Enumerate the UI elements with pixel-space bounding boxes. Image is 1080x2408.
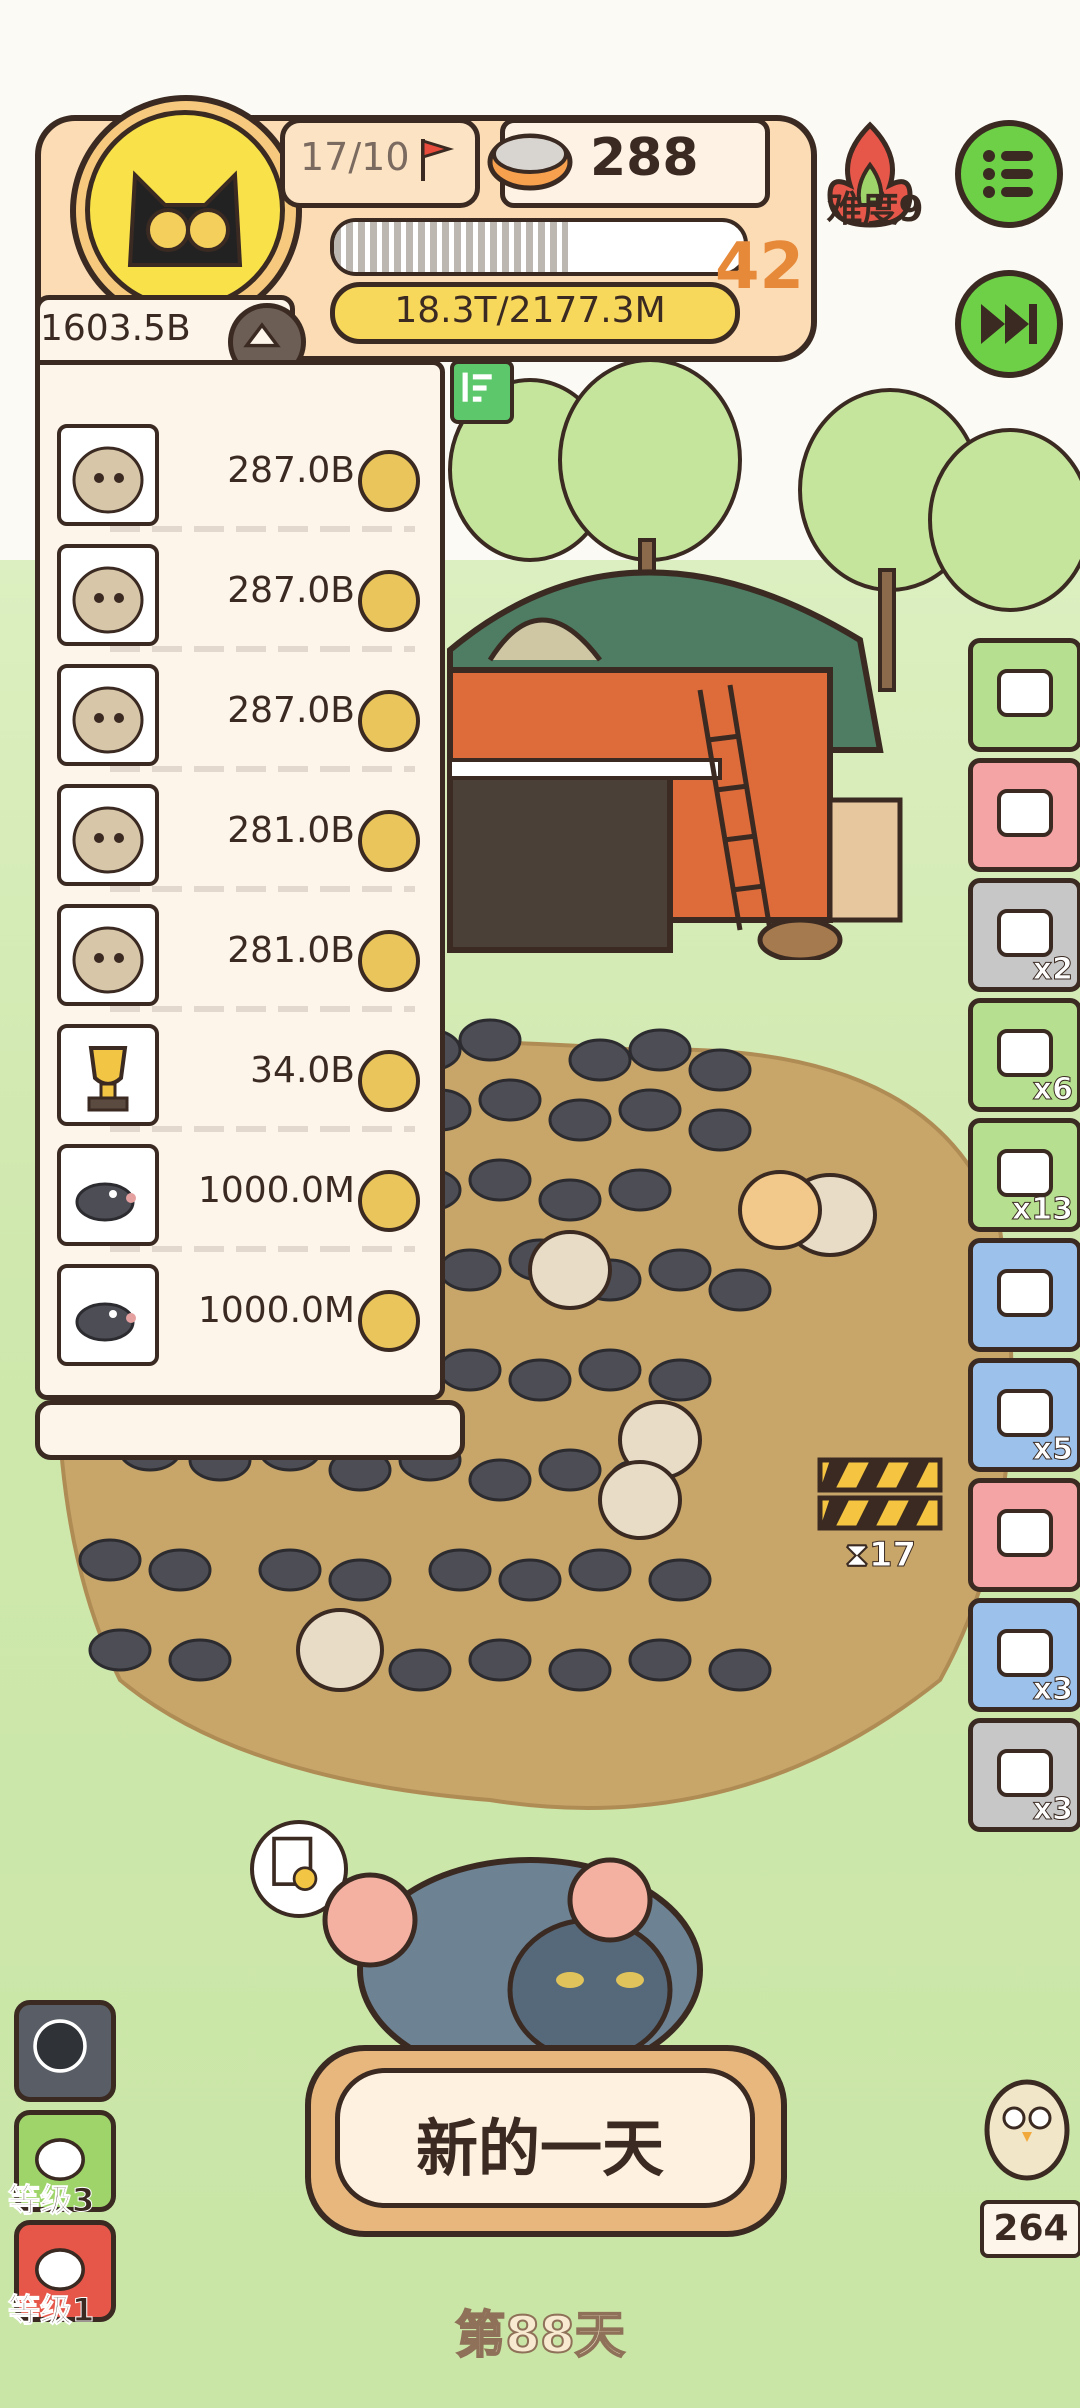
level-progress-fill: [334, 222, 568, 272]
paw-coin-icon: [358, 1290, 420, 1352]
ranking-value: 287.0B: [227, 570, 355, 611]
item-count: x2: [1032, 952, 1073, 988]
flag-icon: [421, 138, 455, 181]
hedgehog-portrait: [57, 784, 159, 886]
sort-icon: [462, 372, 492, 402]
item-slot[interactable]: x3: [968, 1718, 1080, 1832]
item-count: x13: [1011, 1192, 1073, 1228]
ranking-row[interactable]: 34.0B: [55, 1018, 425, 1132]
level1-label: 等级1: [8, 2291, 95, 2330]
ranking-value: 281.0B: [227, 810, 355, 851]
money-value: 18.3T/2177.3M: [394, 290, 666, 331]
trophy-portrait: [57, 1024, 159, 1126]
menu-list-icon: [983, 150, 1033, 198]
barrier-timer-value: 17: [868, 1535, 917, 1576]
ranking-value: 287.0B: [227, 450, 355, 491]
card-icon: [997, 669, 1053, 717]
ranking-row[interactable]: 281.0B: [55, 778, 425, 892]
ranking-value: 1000.0M: [197, 1170, 355, 1211]
row-divider: [110, 766, 415, 772]
sleeping-monster[interactable]: [300, 1840, 750, 2070]
item-slot[interactable]: [968, 1238, 1080, 1352]
item-slot[interactable]: x6: [968, 998, 1080, 1112]
item-count: x6: [1032, 1072, 1073, 1108]
item-count: x5: [1032, 1432, 1073, 1468]
scissors-icon: [997, 1509, 1053, 1557]
trophy-icon: [997, 1269, 1053, 1317]
barrier-timer: ⧗17: [845, 1535, 965, 1576]
paw-coin-icon: [358, 810, 420, 872]
fast-forward-icon: [981, 304, 1037, 344]
ranking-value: 34.0B: [250, 1050, 355, 1091]
row-divider: [110, 886, 415, 892]
paw-coin-icon: [358, 1170, 420, 1232]
hedgehog-portrait: [57, 664, 159, 766]
ranking-row[interactable]: 1000.0M: [55, 1258, 425, 1368]
item-slot[interactable]: [968, 758, 1080, 872]
chevron-up-icon: [243, 322, 281, 348]
item-slot[interactable]: x2: [968, 878, 1080, 992]
ranking-row[interactable]: 281.0B: [55, 898, 425, 1012]
ranking-row[interactable]: 287.0B: [55, 418, 425, 532]
ghost-icon: [33, 2019, 87, 2073]
sort-filter-button[interactable]: [450, 360, 514, 424]
row-divider: [110, 1246, 415, 1252]
mole-portrait: [57, 1264, 159, 1366]
menu-button[interactable]: [955, 120, 1063, 228]
barn: [447, 569, 903, 960]
scroll-end-cap: [35, 1400, 465, 1460]
paw-coin-icon: [358, 450, 420, 512]
ranking-value: 1000.0M: [197, 1290, 355, 1331]
item-slot[interactable]: x13: [968, 1118, 1080, 1232]
ranking-total: 1603.5B: [40, 308, 191, 349]
hedgehog-portrait: [57, 424, 159, 526]
hourglass-icon: ⧗: [845, 1535, 870, 1576]
food-can-icon: [487, 133, 573, 191]
fast-forward-button[interactable]: [955, 270, 1063, 378]
new-day-label[interactable]: 新的一天: [335, 2098, 745, 2188]
row-divider: [110, 1006, 415, 1012]
ranking-value: 281.0B: [227, 930, 355, 971]
player-avatar[interactable]: [85, 110, 285, 310]
day-counter: 第88天: [454, 2305, 626, 2365]
row-divider: [110, 526, 415, 532]
paw-coin-icon: [358, 1050, 420, 1112]
hedgehog-portrait: [57, 904, 159, 1006]
item-slot[interactable]: x3: [968, 1598, 1080, 1712]
cat-avatar-icon: [127, 170, 243, 267]
food-count: 288: [590, 128, 699, 188]
level3-label: 等级3: [8, 2181, 95, 2220]
mole-portrait: [57, 1144, 159, 1246]
ranking-value: 287.0B: [227, 690, 355, 731]
row-divider: [110, 646, 415, 652]
paw-coin-icon: [358, 570, 420, 632]
row-divider: [110, 1126, 415, 1132]
ranking-row[interactable]: 287.0B: [55, 658, 425, 772]
item-slot[interactable]: [968, 638, 1080, 752]
paw-coin-icon: [358, 930, 420, 992]
item-slot[interactable]: [968, 1478, 1080, 1592]
item-count: x3: [1032, 1792, 1073, 1828]
item-count: x3: [1032, 1672, 1073, 1708]
ranking-row[interactable]: 287.0B: [55, 538, 425, 652]
level-progress-bar: [330, 218, 748, 276]
owl-count: 264: [980, 2200, 1080, 2258]
owl-character[interactable]: [980, 2060, 1074, 2220]
hedgehog-portrait: [57, 544, 159, 646]
item-slot[interactable]: x5: [968, 1358, 1080, 1472]
paw-coin-icon: [358, 690, 420, 752]
difficulty-label: 难度9: [826, 189, 924, 230]
roadblock-barrier[interactable]: [810, 1440, 950, 1550]
ghost-skill-button[interactable]: [14, 2000, 116, 2102]
ranking-row[interactable]: 1000.0M: [55, 1138, 425, 1252]
gift-box-icon: [997, 789, 1053, 837]
